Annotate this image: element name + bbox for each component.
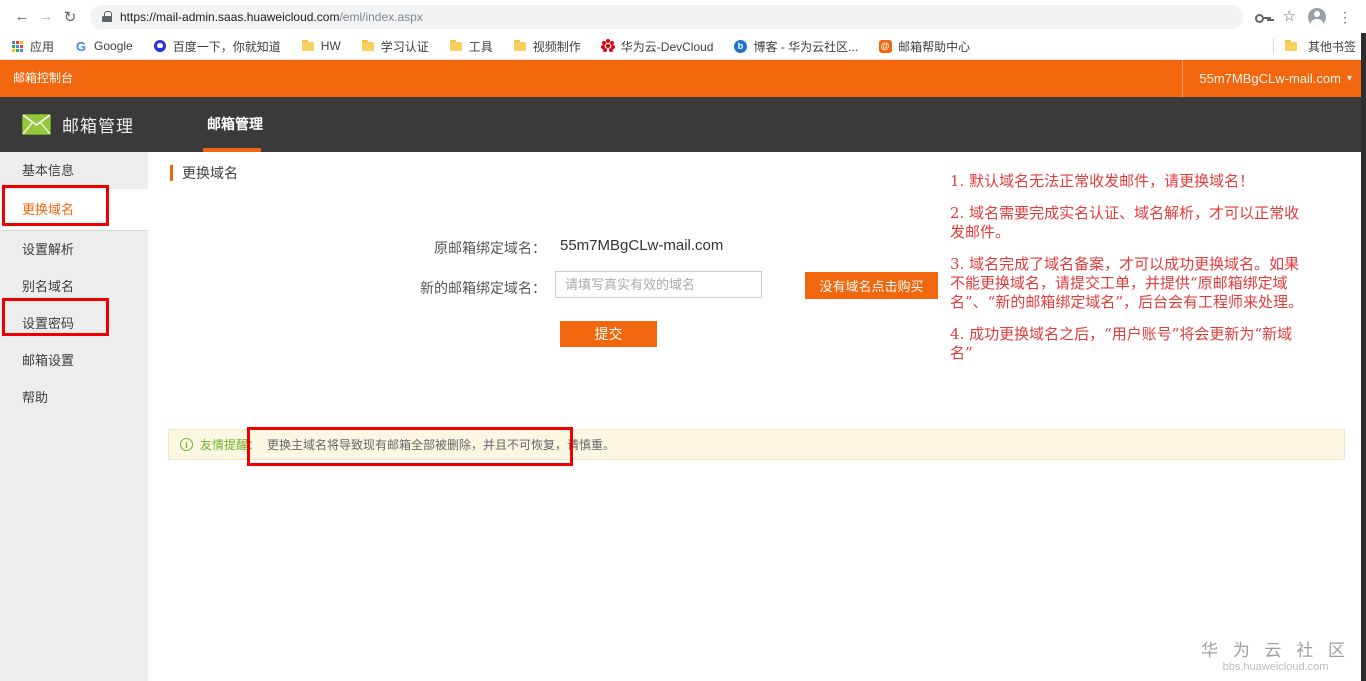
mail-help-icon [878,39,892,53]
app-header: 邮箱管理 邮箱管理 [0,97,1366,152]
friendly-reminder-bar: i 友情提醒： 更换主域名将导致现有邮箱全部被删除，并且不可恢复，请慎重。 [168,429,1345,460]
menu-dots-icon[interactable]: ⋮ [1338,10,1352,24]
new-domain-input[interactable] [555,271,762,298]
bookmarks-bar: 应用 Google 百度一下，你就知道 HW 学习认证 工具 视频制作 华为云-… [0,33,1366,60]
blog-icon [733,39,747,53]
sidebar-item[interactable]: 设置密码 [0,305,148,342]
main-content: 更换域名 原邮箱绑定域名： 55m7MBgCLw-mail.com 新的邮箱绑定… [148,152,1366,681]
tip-paragraph: 1. 默认域名无法正常收发邮件，请更换域名！ [950,172,1255,190]
reminder-text: 更换主域名将导致现有邮箱全部被删除，并且不可恢复，请慎重。 [267,438,616,452]
sidebar-item[interactable]: 邮箱设置 [0,342,148,379]
folder-icon [361,39,375,53]
divider [1272,38,1274,54]
baidu-icon [153,39,167,53]
forward-icon[interactable]: → [34,8,58,25]
sidebar-item[interactable]: 帮助 [0,379,148,416]
tab-mail-management[interactable]: 邮箱管理 [205,97,265,152]
submit-button[interactable]: 提交 [560,321,657,347]
other-bookmarks[interactable]: 其他书签 [1272,38,1356,55]
console-title: 邮箱控制台 [13,71,74,85]
bookmark-item[interactable]: Google [74,39,133,53]
address-bar[interactable]: https://mail-admin.saas.huaweicloud.com/… [90,4,1243,29]
tip-paragraph: 2. 域名需要完成实名认证、域名解析，才可以正常收发邮件。 [950,204,1300,241]
google-g-icon [74,39,88,53]
app-brand: 邮箱管理 [22,97,134,152]
new-domain-label: 新的邮箱绑定域名： [420,280,546,296]
folder-icon [449,39,463,53]
info-icon: i [180,438,193,451]
password-key-icon[interactable] [1254,10,1271,24]
bookmark-item[interactable]: 博客 - 华为云社区... [733,38,858,55]
bookmark-star-icon[interactable]: ☆ [1283,9,1296,24]
watermark-url: bbs.huaweicloud.com [1222,661,1329,673]
original-domain-value: 55m7MBgCLw-mail.com [560,237,724,254]
sidebar-item[interactable]: 别名域名 [0,268,148,305]
console-topbar: 邮箱控制台 55m7MBgCLw-mail.com ▾ [0,60,1366,97]
browser-actions: ☆ ⋮ [1251,7,1356,26]
bookmark-item[interactable]: 百度一下，你就知道 [153,38,281,55]
bookmark-item[interactable]: 视频制作 [513,38,581,55]
bookmark-item[interactable]: 邮箱帮助中心 [878,38,970,55]
back-icon[interactable]: ← [10,8,34,25]
bookmark-item[interactable]: 学习认证 [361,38,429,55]
huawei-icon [601,39,615,53]
buy-domain-button[interactable]: 没有域名点击购买 [805,272,938,299]
folder-icon [301,39,315,53]
apps-grid-icon [10,39,24,53]
domain-change-tips: 1. 默认域名无法正常收发邮件，请更换域名！ 2. 域名需要完成实名认证、域名解析… [950,172,1306,376]
watermark: 华 为 云 社 区 bbs.huaweicloud.com [1201,636,1350,673]
scrollbar[interactable] [1361,33,1366,681]
account-dropdown[interactable]: 55m7MBgCLw-mail.com ▾ [1182,60,1352,97]
original-domain-label: 原邮箱绑定域名： [434,240,546,256]
reminder-label: 友情提醒： [200,438,261,452]
sidebar-item[interactable]: 更换域名 [0,189,148,231]
bookmark-item[interactable]: 应用 [10,38,54,55]
tip-paragraph: 4. 成功更换域名之后，“用户账号”将会更新为“新域名” [950,325,1293,362]
sidebar-item[interactable]: 设置解析 [0,231,148,268]
watermark-title: 华 为 云 社 区 [1201,641,1350,660]
bookmark-item[interactable]: 华为云-DevCloud [601,38,714,55]
folder-icon [513,39,527,53]
browser-toolbar: ← → ↻ https://mail-admin.saas.huaweiclou… [0,0,1366,33]
lock-icon [102,11,112,22]
url-text: https://mail-admin.saas.huaweicloud.com/… [120,9,423,24]
chevron-down-icon: ▾ [1346,73,1352,84]
other-bookmarks-label: 其他书签 [1307,39,1356,54]
sidebar: 基本信息 更换域名 设置解析 别名域名 设置密码 邮箱设置 帮助 [0,152,148,681]
app-title: 邮箱管理 [62,117,134,136]
reload-icon[interactable]: ↻ [58,8,82,26]
bookmarks-list: 应用 Google 百度一下，你就知道 HW 学习认证 工具 视频制作 华为云-… [10,38,970,55]
bookmark-item[interactable]: 工具 [449,38,493,55]
title-accent-bar [170,165,173,181]
profile-avatar-icon[interactable] [1308,7,1326,26]
tip-paragraph: 3. 域名完成了域名备案，才可以成功更换域名。如果不能更换域名，请提交工单，并提… [950,255,1304,311]
bookmark-item[interactable]: HW [301,39,341,53]
folder-icon [1284,39,1298,53]
sidebar-item[interactable]: 基本信息 [0,152,148,189]
envelope-icon [22,114,51,135]
screen: ← → ↻ https://mail-admin.saas.huaweiclou… [0,0,1366,681]
account-name: 55m7MBgCLw-mail.com [1199,71,1341,86]
page-title: 更换域名 [170,163,238,183]
